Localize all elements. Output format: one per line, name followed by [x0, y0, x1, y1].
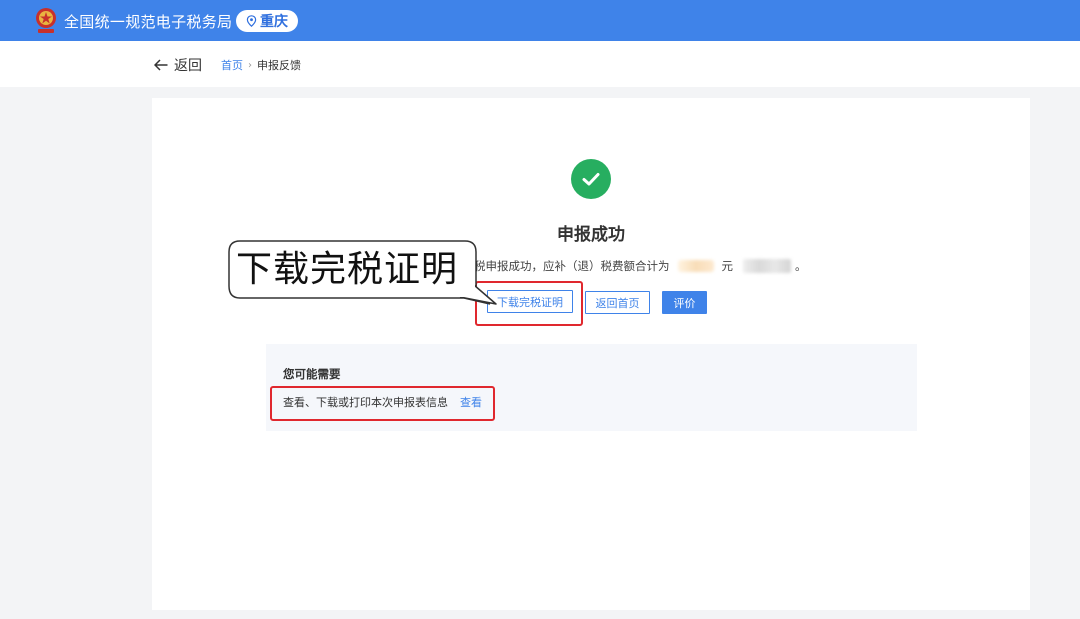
redacted-amount	[677, 260, 714, 272]
breadcrumb-current: 申报反馈	[257, 59, 301, 72]
breadcrumb: 首页 › 申报反馈	[221, 57, 301, 73]
redacted-detail	[743, 259, 791, 273]
back-label: 返回	[174, 58, 202, 74]
evaluate-button[interactable]: 评价	[662, 291, 707, 314]
breadcrumb-home-link[interactable]: 首页	[221, 57, 243, 73]
location-pin-icon	[246, 15, 257, 27]
result-message-text: 税申报成功，应补（退）税费额合计为	[474, 259, 670, 273]
result-message: 税申报成功，应补（退）税费额合计为 元 。	[474, 258, 807, 274]
breadcrumb-separator: ›	[248, 59, 252, 71]
success-check-icon	[571, 159, 611, 199]
return-home-button[interactable]: 返回首页	[585, 291, 650, 314]
success-title: 申报成功	[557, 225, 625, 245]
back-button[interactable]: 返回	[154, 55, 202, 75]
top-bar: 全国统一规范电子税务局 重庆	[0, 0, 1080, 41]
region-label: 重庆	[260, 14, 288, 30]
currency-unit: 元	[721, 259, 734, 273]
suggestion-highlight-box	[270, 386, 495, 421]
result-message-suffix: 。	[795, 259, 807, 273]
region-selector[interactable]: 重庆	[236, 10, 298, 32]
arrow-left-icon	[154, 59, 168, 71]
national-emblem-icon	[36, 8, 56, 33]
suggestions-title: 您可能需要	[283, 367, 341, 381]
site-title: 全国统一规范电子税务局	[64, 13, 233, 31]
callout-text: 下载完税证明	[236, 249, 459, 290]
